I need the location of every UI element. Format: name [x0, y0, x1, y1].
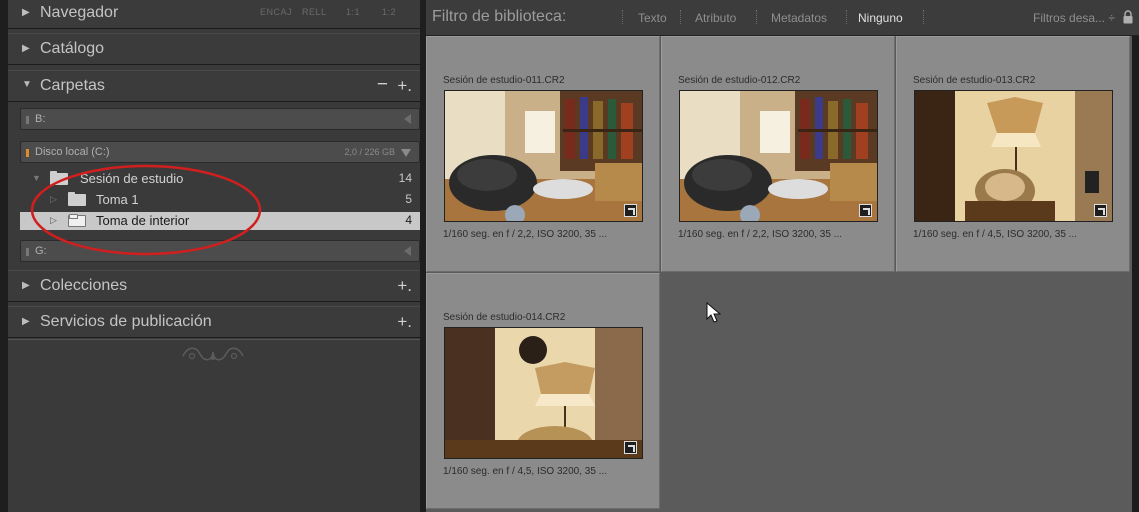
add-collection-button[interactable]: +.	[397, 276, 412, 296]
grid-cell[interactable]: Sesión de estudio-011.CR2 1/160 seg. en …	[426, 36, 660, 272]
publish-services-title: Servicios de publicación	[40, 313, 212, 330]
expand-triangle-icon[interactable]: ▶	[22, 316, 32, 328]
chevron-down-icon[interactable]	[401, 149, 411, 157]
file-name: Sesión de estudio-012.CR2	[678, 75, 801, 86]
lock-icon[interactable]	[1123, 10, 1133, 24]
folders-title: Carpetas	[40, 77, 105, 94]
collapse-triangle-icon[interactable]: ▼	[22, 79, 32, 91]
library-filter-bar: Filtro de biblioteca: Texto Atributo Met…	[426, 0, 1139, 36]
edited-badge-icon	[859, 204, 872, 217]
folder-count: 4	[405, 213, 412, 227]
folder-count: 5	[405, 192, 412, 206]
edited-badge-icon	[624, 441, 637, 454]
catalog-title: Catálogo	[40, 40, 105, 57]
filter-tab-none[interactable]: Ninguno	[858, 11, 903, 25]
filter-divider	[923, 10, 924, 24]
chevron-left-icon[interactable]	[404, 246, 411, 256]
library-filter-title: Filtro de biblioteca:	[432, 8, 567, 25]
photo-thumbnail[interactable]	[679, 90, 878, 222]
filter-tab-attribute[interactable]: Atributo	[695, 11, 736, 25]
volume-size: 2,0 / 226 GB	[344, 147, 395, 157]
folders-panel-header[interactable]: ▼ Carpetas − +.	[8, 70, 420, 102]
filter-divider	[846, 10, 847, 24]
collections-panel-header[interactable]: ▶ Colecciones +.	[8, 270, 420, 302]
volume-name: B:	[35, 113, 46, 125]
edited-badge-icon	[624, 204, 637, 217]
thumbnail-grid: Sesión de estudio-011.CR2 1/160 seg. en …	[426, 36, 1132, 512]
add-publish-service-button[interactable]: +.	[397, 312, 412, 332]
filter-tab-metadata[interactable]: Metadatos	[771, 11, 827, 25]
collections-title: Colecciones	[40, 277, 128, 294]
grid-cell[interactable]: Sesión de estudio-013.CR2 1/160 seg. en …	[896, 36, 1130, 272]
nav-option-fit[interactable]: ENCAJ	[260, 7, 292, 17]
photo-thumbnail[interactable]	[914, 90, 1113, 222]
exif-info: 1/160 seg. en f / 4,5, ISO 3200, 35 ...	[913, 229, 1077, 240]
expand-triangle-icon[interactable]: ▶	[22, 43, 32, 55]
navigator-title: Navegador	[40, 4, 119, 21]
volume-b[interactable]: B:	[20, 108, 420, 130]
navigator-panel-header[interactable]: ▶ Navegador ENCAJ RELL 1:1 1:2	[8, 0, 420, 29]
grid-cell[interactable]: Sesión de estudio-012.CR2 1/160 seg. en …	[661, 36, 895, 272]
file-name: Sesión de estudio-014.CR2	[443, 312, 566, 323]
filter-divider	[680, 10, 681, 24]
exif-info: 1/160 seg. en f / 2,2, ISO 3200, 35 ...	[678, 229, 842, 240]
remove-folder-button[interactable]: −	[377, 74, 388, 96]
exif-info: 1/160 seg. en f / 4,5, ISO 3200, 35 ...	[443, 466, 607, 477]
nav-option-fill[interactable]: RELL	[302, 7, 327, 17]
grid-cell[interactable]: Sesión de estudio-014.CR2 1/160 seg. en …	[426, 273, 660, 509]
filter-divider	[622, 10, 623, 24]
panel-end-ornament-icon	[178, 344, 248, 369]
file-name: Sesión de estudio-013.CR2	[913, 75, 1036, 86]
filter-tab-text[interactable]: Texto	[638, 11, 667, 25]
mouse-cursor-icon	[706, 302, 722, 323]
expand-triangle-icon[interactable]: ▶	[22, 7, 32, 19]
file-name: Sesión de estudio-011.CR2	[443, 75, 565, 86]
annotation-ellipse	[30, 164, 262, 256]
chevron-left-icon[interactable]	[404, 114, 411, 124]
photo-thumbnail[interactable]	[444, 90, 643, 222]
edited-badge-icon	[1094, 204, 1107, 217]
photo-thumbnail[interactable]	[444, 327, 643, 459]
add-folder-button[interactable]: +.	[397, 76, 412, 96]
catalog-panel-header[interactable]: ▶ Catálogo	[8, 33, 420, 65]
volume-indicator-icon	[26, 149, 29, 157]
expand-triangle-icon[interactable]: ▶	[22, 280, 32, 292]
left-panel: ▶ Navegador ENCAJ RELL 1:1 1:2 ▶ Catálog…	[8, 0, 420, 512]
publish-services-panel-header[interactable]: ▶ Servicios de publicación +.	[8, 306, 420, 338]
grid-scrollbar[interactable]	[1132, 36, 1139, 512]
filter-divider	[756, 10, 757, 24]
exif-info: 1/160 seg. en f / 2,2, ISO 3200, 35 ...	[443, 229, 607, 240]
panel-end-divider	[8, 339, 420, 340]
nav-option-1-1[interactable]: 1:1	[346, 7, 360, 17]
nav-option-1-2[interactable]: 1:2	[382, 7, 396, 17]
filter-presets-dropdown[interactable]: Filtros desa... ÷	[1033, 11, 1115, 25]
volume-indicator-icon	[26, 116, 29, 124]
volume-name: Disco local (C:)	[35, 146, 110, 158]
folder-count: 14	[398, 171, 412, 185]
